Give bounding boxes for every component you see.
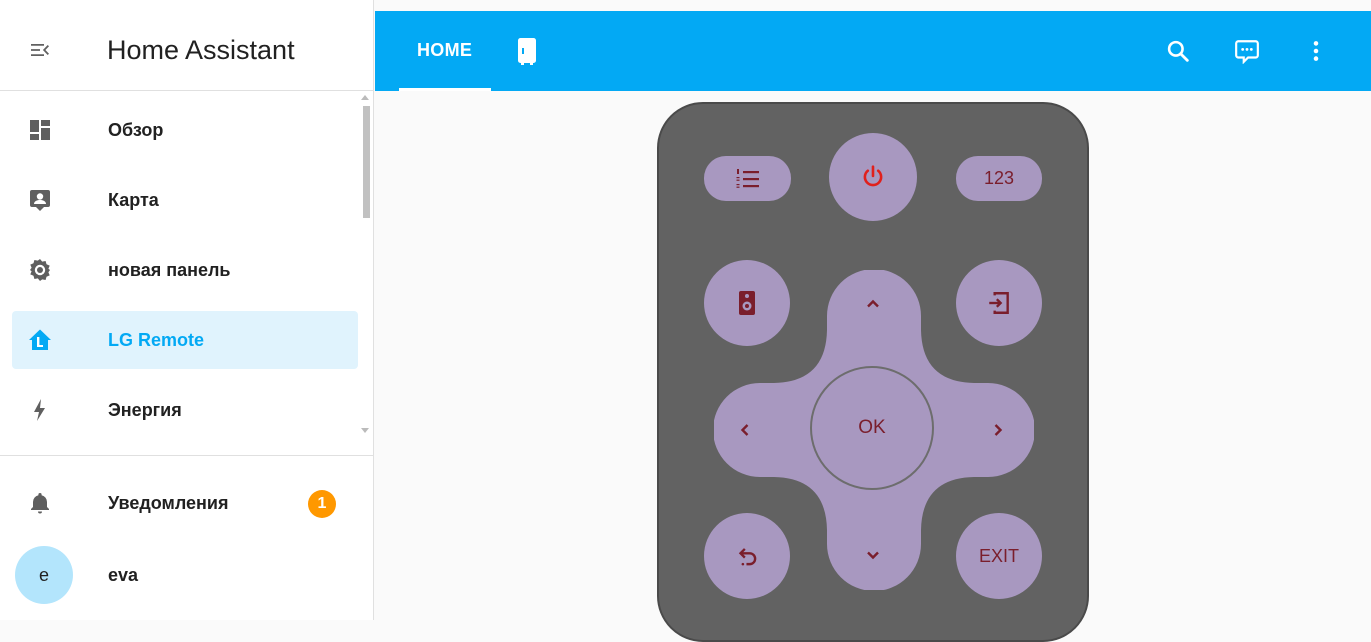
undo-back-icon [738,548,757,566]
tab-fridge[interactable] [515,37,539,65]
sidebar-item-label: LG Remote [108,330,205,350]
dashboard-icon [28,118,52,142]
scroll-up-arrow-icon[interactable] [361,95,369,100]
tab-home-label: HOME [417,40,473,60]
sidebar-item-label: Энергия [108,400,182,420]
numbers-button-label: 123 [983,168,1015,188]
numbered-list-icon [736,168,759,188]
chevron-left-icon [740,424,749,436]
dpad-left-button[interactable] [733,418,757,442]
top-app-bar: HOME [375,11,1371,91]
dpad-down-button[interactable] [861,543,885,567]
chevron-right-icon [994,424,1003,436]
exit-button[interactable]: EXIT [956,513,1042,599]
active-tab-indicator [399,88,491,91]
sidebar-nav: Обзор Карта новая панель LG Remote Энерг… [0,91,362,454]
sidebar-item-notifications[interactable]: Уведомления 1 [12,474,358,532]
account-box-icon [28,188,52,212]
sidebar: Home Assistant Обзор Карта новая панель … [0,0,374,620]
exit-button-label: EXIT [978,545,1019,566]
numbers-button[interactable]: 123 [956,156,1042,201]
ok-button-label: OK [858,417,886,438]
home-l-icon [28,328,52,352]
sidebar-header: Home Assistant [0,0,373,91]
more-vert-icon[interactable] [1303,38,1329,64]
sidebar-item-new-panel[interactable]: новая панель [12,241,358,299]
sidebar-item-user[interactable]: e eva [12,546,358,604]
lightning-icon [28,398,52,422]
sidebar-item-label: Обзор [108,120,164,140]
user-name: eva [108,565,139,585]
chevron-down-icon [867,551,879,560]
sidebar-item-label: Карта [108,190,159,210]
dpad-right-button[interactable] [986,418,1010,442]
sidebar-item-lg-remote[interactable]: LG Remote [12,311,358,369]
search-icon[interactable] [1165,38,1191,64]
dpad-up-button[interactable] [861,292,885,316]
menu-collapse-icon[interactable] [28,38,52,62]
chevron-up-icon [867,299,879,308]
sidebar-item-energy[interactable]: Энергия [12,381,358,439]
notifications-label: Уведомления [108,493,229,513]
sidebar-scrollbar-thumb[interactable] [363,106,370,218]
gear-icon [28,258,52,282]
assist-chat-icon[interactable] [1234,38,1260,65]
notifications-count-badge: 1 [308,490,336,518]
bell-icon [28,491,52,515]
power-icon [863,165,883,187]
sidebar-item-map[interactable]: Карта [12,171,358,229]
scroll-down-arrow-icon[interactable] [361,428,369,433]
fridge-icon [518,38,536,65]
channel-list-button[interactable] [704,156,791,201]
avatar: e [15,546,73,604]
app-title: Home Assistant [107,35,295,65]
power-button[interactable] [829,133,917,221]
sidebar-item-label: новая панель [108,260,231,280]
sidebar-divider [0,455,373,456]
sidebar-item-overview[interactable]: Обзор [12,101,358,159]
tab-home[interactable]: HOME [399,11,491,91]
ok-button[interactable]: OK [810,366,934,490]
back-button[interactable] [704,513,790,599]
